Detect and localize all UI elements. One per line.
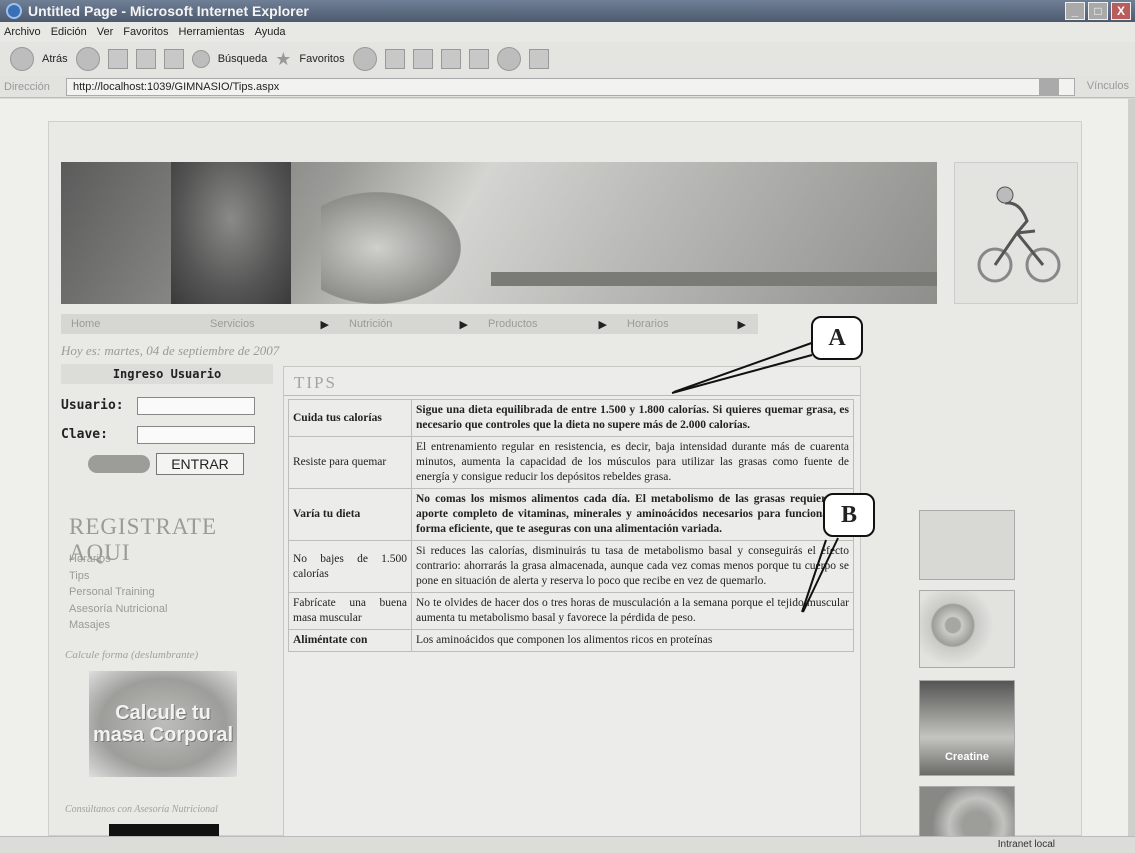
callout-a: A [811,316,863,360]
callout-b: B [823,493,875,537]
status-bar: Intranet local [0,836,1135,853]
callout-arrows [671,339,839,613]
security-zone: Intranet local [997,839,1055,850]
